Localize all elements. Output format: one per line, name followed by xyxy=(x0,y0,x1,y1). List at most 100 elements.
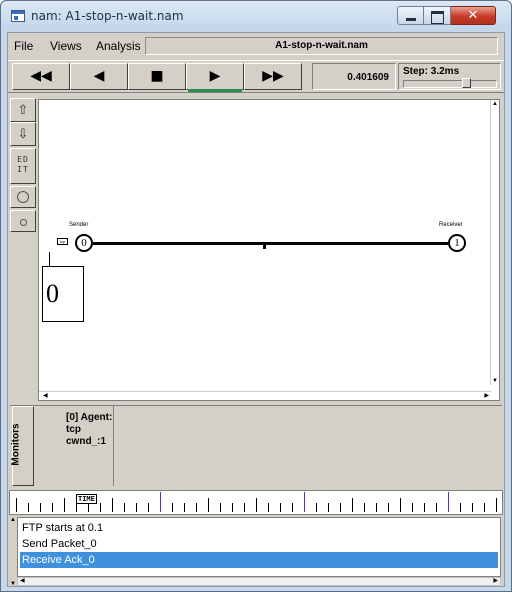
window-title: nam: A1-stop-n-wait.nam xyxy=(31,9,184,23)
small-circle-icon xyxy=(19,219,27,226)
timeline-tick xyxy=(388,503,389,512)
timeline-tick xyxy=(28,503,29,512)
timeline-tick xyxy=(88,503,89,512)
timeline-tick xyxy=(64,498,65,512)
rewind-icon: ◀◀ xyxy=(30,68,52,84)
step-label: Step: 3.2ms xyxy=(403,66,460,77)
timeline-tick xyxy=(460,503,461,512)
rewind-button[interactable]: ◀◀ xyxy=(12,63,70,90)
fast-forward-button[interactable]: ▶▶ xyxy=(244,63,302,90)
annotation-item[interactable]: Send Packet_0 xyxy=(20,536,498,552)
stop-button[interactable]: ■ xyxy=(128,63,186,90)
timeline-tick xyxy=(184,503,185,512)
maximize-button[interactable] xyxy=(424,6,451,25)
timeline-tick xyxy=(280,503,281,512)
monitor-entry[interactable]: [0] Agent: tcp cwnd_:1 xyxy=(36,406,114,486)
monitors-label-tab: Monitors xyxy=(11,406,34,486)
annotation-vertical-scrollbar[interactable]: ▲ ▼ xyxy=(9,517,17,587)
scroll-left-icon[interactable]: ◀ xyxy=(43,392,48,399)
scroll-down-icon[interactable]: ▼ xyxy=(492,377,499,385)
canvas-vertical-scrollbar[interactable]: ▲ ▼ xyxy=(490,100,499,385)
filename-display: A1-stop-n-wait.nam xyxy=(145,37,498,55)
timeline-tick xyxy=(328,503,329,512)
back-icon: ◀ xyxy=(93,68,105,84)
tcp-agent-icon[interactable]: tcp xyxy=(57,238,68,245)
close-button[interactable]: ✕ xyxy=(451,6,496,25)
timeline-tick xyxy=(412,503,413,512)
zoom-out-icon: ⇩ xyxy=(17,126,29,141)
receiver-label: Receiver xyxy=(439,222,463,228)
annotation-item-selected[interactable]: Receive Ack_0 xyxy=(20,552,498,568)
monitor-connector xyxy=(49,252,50,266)
step-slider[interactable] xyxy=(403,78,497,88)
timeline-tick xyxy=(40,503,41,512)
packet-marker[interactable] xyxy=(263,244,266,249)
node-sender[interactable]: 0 xyxy=(75,234,93,252)
time-marker[interactable]: TIME xyxy=(76,494,97,504)
timeline-tick xyxy=(496,498,497,512)
edit-button[interactable]: ED IT xyxy=(10,148,36,184)
timeline-tick xyxy=(232,503,233,512)
timeline-tick xyxy=(160,492,161,512)
canvas-horizontal-scrollbar[interactable]: ◀ ▶ xyxy=(39,391,491,400)
scroll-right-icon[interactable]: ▶ xyxy=(493,577,498,584)
monitors-panel: Monitors [0] Agent: tcp cwnd_:1 xyxy=(10,405,502,487)
node-tool-button[interactable] xyxy=(10,186,36,208)
scroll-left-icon[interactable]: ◀ xyxy=(20,577,25,584)
circle-icon xyxy=(17,191,29,203)
zoom-out-button[interactable]: ⇩ xyxy=(10,122,36,146)
timeline-tick xyxy=(340,503,341,512)
menu-bar: File Views Analysis A1-stop-n-wait.nam xyxy=(8,33,504,59)
menu-file[interactable]: File xyxy=(14,39,33,53)
play-button[interactable]: ▶ xyxy=(186,63,244,92)
annotation-list[interactable]: FTP starts at 0.1 Send Packet_0 Receive … xyxy=(17,517,501,577)
timeline-tick xyxy=(100,503,101,512)
minimize-button[interactable] xyxy=(397,6,424,25)
zoom-in-icon: ⇧ xyxy=(17,102,29,117)
timeline-tick xyxy=(364,503,365,512)
monitor-text: [0] Agent: tcp cwnd_:1 xyxy=(66,412,113,447)
timeline-tick xyxy=(196,503,197,512)
annotation-item[interactable]: FTP starts at 0.1 xyxy=(20,520,498,536)
fast-forward-icon: ▶▶ xyxy=(262,68,284,84)
annotation-horizontal-scrollbar[interactable]: ◀ ▶ xyxy=(17,577,501,586)
timeline-tick xyxy=(220,503,221,512)
stop-icon: ■ xyxy=(150,68,164,84)
title-bar[interactable]: nam: A1-stop-n-wait.nam ✕ xyxy=(1,1,511,31)
step-control: Step: 3.2ms xyxy=(398,63,501,90)
timeline-tick xyxy=(124,503,125,512)
scroll-down-icon[interactable]: ▼ xyxy=(10,581,16,587)
cwnd-monitor-box: 0 xyxy=(42,266,84,322)
app-window: nam: A1-stop-n-wait.nam ✕ File Views Ana… xyxy=(0,0,512,592)
node-receiver[interactable]: 1 xyxy=(448,234,466,252)
zoom-in-button[interactable]: ⇧ xyxy=(10,98,36,122)
menu-analysis[interactable]: Analysis xyxy=(96,39,141,53)
client-area: File Views Analysis A1-stop-n-wait.nam ◀… xyxy=(7,32,505,587)
timeline-tick xyxy=(436,503,437,512)
timeline-tick xyxy=(256,498,257,512)
step-slider-thumb[interactable] xyxy=(462,78,471,88)
step-back-button[interactable]: ◀ xyxy=(70,63,128,90)
small-node-tool-button[interactable] xyxy=(10,210,36,232)
menu-views[interactable]: Views xyxy=(50,39,82,53)
timeline-tick xyxy=(208,498,209,512)
timeline-tick xyxy=(148,503,149,512)
timeline-tick xyxy=(244,503,245,512)
scroll-up-icon[interactable]: ▲ xyxy=(492,100,499,108)
timeline-tick xyxy=(172,503,173,512)
timeline-tick xyxy=(16,498,17,512)
sender-label: Sender xyxy=(69,222,89,228)
play-icon: ▶ xyxy=(209,68,221,84)
network-canvas[interactable]: Sender Receiver 0 1 tcp 0 ▲ ▼ ◀ ▶ xyxy=(38,99,500,401)
timeline-tick xyxy=(112,498,113,512)
network-link[interactable] xyxy=(93,242,448,245)
timeline-tick xyxy=(76,503,77,512)
playback-controls: ◀◀ ◀ ■ ▶ ▶▶ 0.401609 Step: 3.2ms xyxy=(8,60,504,93)
timeline-tick xyxy=(472,503,473,512)
scroll-up-icon[interactable]: ▲ xyxy=(10,517,16,523)
timeline-tick xyxy=(304,492,305,512)
scroll-right-icon[interactable]: ▶ xyxy=(484,392,489,399)
time-ruler[interactable]: TIME xyxy=(9,490,503,515)
timeline-tick xyxy=(52,503,53,512)
close-icon: ✕ xyxy=(467,8,479,23)
